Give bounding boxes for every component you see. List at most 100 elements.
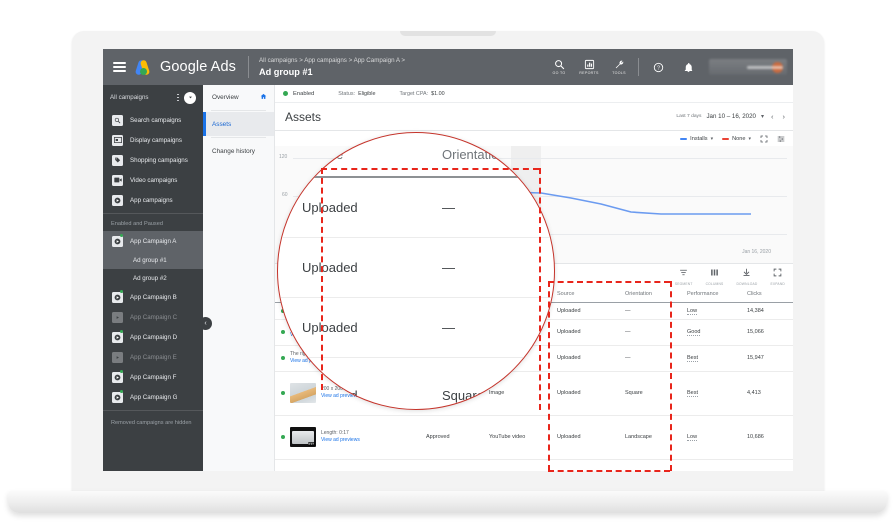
sidebar-item-video-campaigns[interactable]: Video campaigns <box>103 170 203 190</box>
sidebar-item-overview[interactable]: Overview <box>203 85 274 109</box>
sidebar-item-change-history[interactable]: Change history <box>203 139 274 163</box>
help-icon[interactable]: ? <box>643 62 673 73</box>
date-range-control[interactable]: Last 7 days Jan 10 – 16, 2020 ▾ ‹ › <box>676 112 787 121</box>
performance-value: Best <box>687 390 699 398</box>
chart-settings-icon[interactable] <box>777 130 785 148</box>
sidebar-item-app-campaign-e[interactable]: App Campaign E <box>103 347 203 367</box>
magnified-col-source: Source <box>278 133 418 178</box>
col-clicks[interactable]: Clicks <box>741 286 793 303</box>
search-icon[interactable]: GO TO <box>544 59 574 75</box>
magnified-row: Uploaded — <box>278 177 554 238</box>
sidebar-divider-2 <box>103 410 203 411</box>
chevron-right-icon[interactable]: › <box>781 112 788 121</box>
col-source[interactable]: Source <box>551 286 619 303</box>
bell-icon[interactable] <box>673 62 703 73</box>
sidebar-item-display-campaigns[interactable]: Display campaigns <box>103 130 203 150</box>
hamburger-icon[interactable] <box>113 62 126 72</box>
breadcrumb[interactable]: All campaigns > App campaigns > App Camp… <box>259 57 405 77</box>
display-campaigns-icon <box>112 134 123 146</box>
sidebar-item-app-campaign-d[interactable]: App Campaign D <box>103 327 203 347</box>
laptop-notch <box>400 31 496 36</box>
reports-icon[interactable]: REPORTS <box>574 59 604 75</box>
cell-source: Uploaded <box>551 319 619 346</box>
magnified-row: Uploaded Square <box>278 357 554 409</box>
sidebar-item-shopping-campaigns[interactable]: Shopping campaigns <box>103 150 203 170</box>
sidebar-item-label: App campaigns <box>130 196 173 204</box>
metric-selector-primary[interactable]: Installs ▾ <box>680 136 713 142</box>
sidebar-item-app-campaign-c[interactable]: App Campaign C <box>103 307 203 327</box>
sidebar-item-app-campaigns[interactable]: App campaigns <box>103 190 203 210</box>
sidebar-group-label: Enabled and Paused <box>111 221 163 227</box>
sidebar-item-search-campaigns[interactable]: Search campaigns <box>103 110 203 130</box>
appbar-actions: GO TO REPORTS TOOLS ? <box>544 49 793 85</box>
asset-thumbnail[interactable]: 0:17 <box>290 427 316 448</box>
segment-label: SEGMENT <box>674 282 693 287</box>
date-preset-label: Last 7 days <box>676 114 702 119</box>
status-badge: Enabled <box>293 90 315 97</box>
google-ads-logo[interactable] <box>134 58 153 76</box>
sidebar-item-app-campaign-a[interactable]: App Campaign A <box>103 231 203 251</box>
laptop-base <box>8 491 887 513</box>
download-icon[interactable]: DOWNLOAD <box>736 264 757 286</box>
sidebar-item-app-campaign-f[interactable]: App Campaign F <box>103 367 203 387</box>
status-dot-icon <box>120 290 123 293</box>
cell-source: Uploaded <box>551 302 619 320</box>
breadcrumb-current: Ad group #1 <box>258 66 313 77</box>
cell-approval: Approved <box>420 415 483 460</box>
app-campaigns-icon <box>112 351 123 363</box>
expand-label: EXPAND <box>770 282 785 287</box>
table-row[interactable]: 0:17 Length: 0:17 View ad previews Appro… <box>275 415 793 460</box>
home-icon[interactable] <box>260 93 267 102</box>
svg-text:?: ? <box>657 65 660 71</box>
col-performance[interactable]: Performance <box>681 286 741 303</box>
sidebar-item-ad-group-1[interactable]: Ad group #1 <box>103 251 203 269</box>
sidebar-item-label: Search campaigns <box>130 116 182 124</box>
sub-nav-label: Change history <box>212 147 255 155</box>
sidebar-item-label: App Campaign B <box>130 293 177 301</box>
sidebar-item-assets[interactable]: Assets <box>203 112 274 136</box>
app-campaigns-icon <box>112 391 123 403</box>
app-bar: Google Ads All campaigns > App campaigns… <box>103 49 793 85</box>
cell-performance: Best <box>681 345 741 372</box>
sidebar-account-icon[interactable] <box>184 91 196 104</box>
expand-icon[interactable]: EXPAND <box>770 264 785 287</box>
tools-icon[interactable]: TOOLS <box>604 59 634 75</box>
target-cpa-label: Target CPA: <box>399 90 429 97</box>
sidebar-footer-note: Removed campaigns are hidden <box>111 420 192 426</box>
cell-orientation: Landscape <box>619 415 681 460</box>
metric-label-secondary: None <box>732 135 746 142</box>
account-info[interactable] <box>709 59 787 75</box>
sidebar-item-app-campaign-b[interactable]: App Campaign B <box>103 287 203 307</box>
more-vert-icon[interactable] <box>177 93 179 102</box>
magnified-cell-orientation: Square <box>418 357 554 409</box>
reports-icon-label: REPORTS <box>579 71 599 75</box>
sidebar-item-ad-group-2[interactable]: Ad group #2 <box>103 269 203 287</box>
cell-type: YouTube video <box>483 415 551 460</box>
collapse-icon[interactable]: ‹ <box>199 317 212 330</box>
columns-icon[interactable]: COLUMNS <box>706 264 724 286</box>
chevron-down-icon[interactable]: ▾ <box>711 136 714 142</box>
chevron-down-icon[interactable]: ▾ <box>761 113 764 120</box>
metric-label-primary: Installs <box>690 135 708 142</box>
sidebar-item-label: App Campaign D <box>130 333 178 341</box>
magnified-table: Source Orientation Uploaded — Uploaded —… <box>278 133 554 409</box>
sidebar-item-app-campaign-g[interactable]: App Campaign G <box>103 387 203 407</box>
magnified-cell-orientation: — <box>418 297 554 358</box>
status-dot-icon <box>120 390 123 393</box>
chevron-down-icon[interactable]: ▾ <box>748 136 751 142</box>
sidebar-item-label: App Campaign A <box>130 237 177 245</box>
sidebar-campaign-list: App Campaign A Ad group #1 Ad group #2 A… <box>103 231 203 407</box>
cell-performance: Low <box>681 415 741 460</box>
video-duration: 0:17 <box>307 442 315 447</box>
expand-chart-icon[interactable] <box>760 130 768 148</box>
col-orientation[interactable]: Orientation <box>619 286 681 303</box>
view-ad-previews-link[interactable]: View ad previews <box>321 437 360 443</box>
performance-value: Good <box>687 329 701 337</box>
sidebar-item-label: App Campaign E <box>130 353 177 361</box>
chevron-left-icon[interactable]: ‹ <box>769 112 776 121</box>
cell-performance: Low <box>681 302 741 320</box>
sidebar-top-items: Search campaigns Display campaigns Shopp… <box>103 110 203 210</box>
segment-icon[interactable]: SEGMENT <box>674 264 693 287</box>
magnified-row: Uploaded — <box>278 237 554 298</box>
metric-selector-secondary[interactable]: None ▾ <box>722 136 751 142</box>
